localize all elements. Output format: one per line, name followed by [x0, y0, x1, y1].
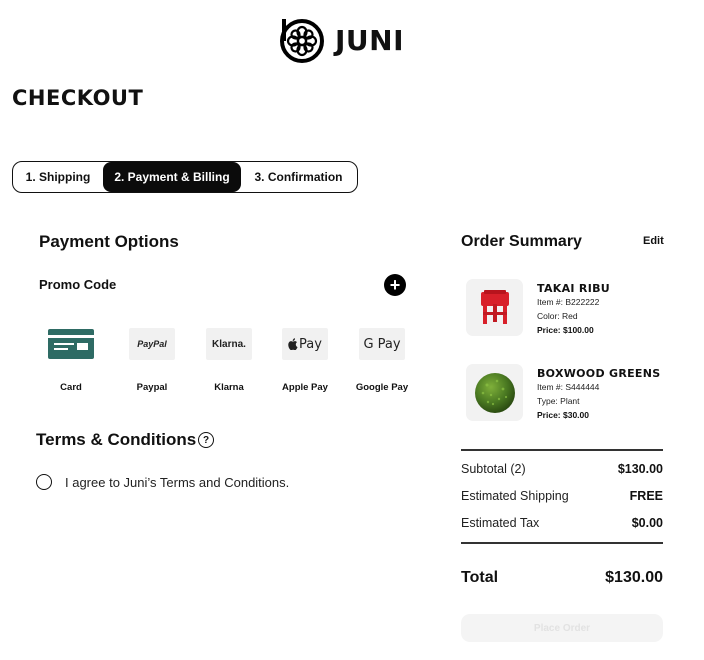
boxwood-ball-icon: [466, 364, 523, 421]
order-summary-title: Order Summary: [461, 233, 582, 250]
item-number: Item #: B222222: [537, 297, 600, 307]
payment-option-apple-pay[interactable]: Pay Apple Pay: [275, 328, 335, 393]
item-price: Price: $100.00: [537, 325, 594, 335]
shipping-value: FREE: [629, 489, 663, 503]
google-pay-icon: G Pay: [359, 328, 405, 360]
item-name: TAKAI RIBU: [537, 282, 611, 295]
plus-icon: +: [389, 275, 401, 295]
cart-item: BOXWOOD GREENS Item #: S444444 Type: Pla…: [466, 364, 666, 424]
page-title: CHECKOUT: [12, 86, 144, 110]
place-order-button[interactable]: Place Order: [461, 614, 663, 642]
step-confirmation[interactable]: 3. Confirmation: [241, 162, 356, 192]
tax-label: Estimated Tax: [461, 516, 540, 530]
payment-option-paypal[interactable]: PayPal Paypal: [122, 328, 182, 393]
payment-option-label: Google Pay: [355, 382, 409, 393]
item-number: Item #: S444444: [537, 382, 600, 392]
shipping-row: Estimated Shipping FREE: [461, 489, 663, 503]
red-stool-icon: [466, 279, 523, 336]
item-price: Price: $30.00: [537, 410, 589, 420]
brand-name: JUNI: [335, 23, 405, 57]
flower-mark-icon: [280, 19, 324, 63]
tax-row: Estimated Tax $0.00: [461, 516, 663, 530]
payment-option-label: Paypal: [136, 382, 168, 393]
summary-divider: [461, 449, 663, 451]
total-value: $130.00: [605, 569, 663, 586]
klarna-icon: Klarna.: [206, 328, 252, 360]
payment-option-card[interactable]: Card: [41, 328, 101, 393]
paypal-icon: PayPal: [129, 328, 175, 360]
tax-value: $0.00: [631, 516, 663, 530]
checkout-steps: 1. Shipping 2. Payment & Billing 3. Conf…: [12, 161, 358, 193]
payment-option-label: Apple Pay: [282, 382, 328, 393]
item-detail: Type: Plant: [537, 396, 580, 406]
payment-option-label: Klarna: [214, 382, 244, 393]
item-detail: Color: Red: [537, 311, 578, 321]
step-shipping[interactable]: 1. Shipping: [13, 162, 103, 192]
subtotal-row: Subtotal (2) $130.00: [461, 462, 663, 476]
subtotal-label: Subtotal (2): [461, 462, 526, 476]
terms-agree-label: I agree to Juni’s Terms and Conditions.: [65, 475, 290, 490]
payment-option-google-pay[interactable]: G Pay Google Pay: [352, 328, 412, 393]
payment-option-klarna[interactable]: Klarna. Klarna: [199, 328, 259, 393]
total-row: Total $130.00: [461, 569, 663, 587]
brand-logo[interactable]: JUNI: [279, 16, 409, 64]
payment-option-label: Card: [60, 382, 82, 393]
apple-pay-icon: Pay: [282, 328, 328, 360]
summary-divider: [461, 542, 663, 544]
card-icon: [48, 328, 94, 360]
shipping-label: Estimated Shipping: [461, 489, 569, 503]
promo-code-label: Promo Code: [39, 277, 117, 292]
payment-options-title: Payment Options: [39, 232, 179, 251]
total-label: Total: [461, 569, 499, 586]
terms-title: Terms & Conditions: [36, 430, 197, 449]
terms-agree-radio[interactable]: [36, 474, 52, 490]
help-icon[interactable]: ?: [198, 432, 214, 448]
item-name: BOXWOOD GREENS: [537, 367, 661, 380]
cart-item: TAKAI RIBU Item #: B222222 Color: Red Pr…: [466, 279, 666, 339]
add-promo-code-button[interactable]: +: [384, 274, 406, 296]
subtotal-value: $130.00: [617, 462, 663, 476]
step-payment-billing[interactable]: 2. Payment & Billing: [103, 162, 241, 192]
edit-order-link[interactable]: Edit: [643, 235, 664, 247]
